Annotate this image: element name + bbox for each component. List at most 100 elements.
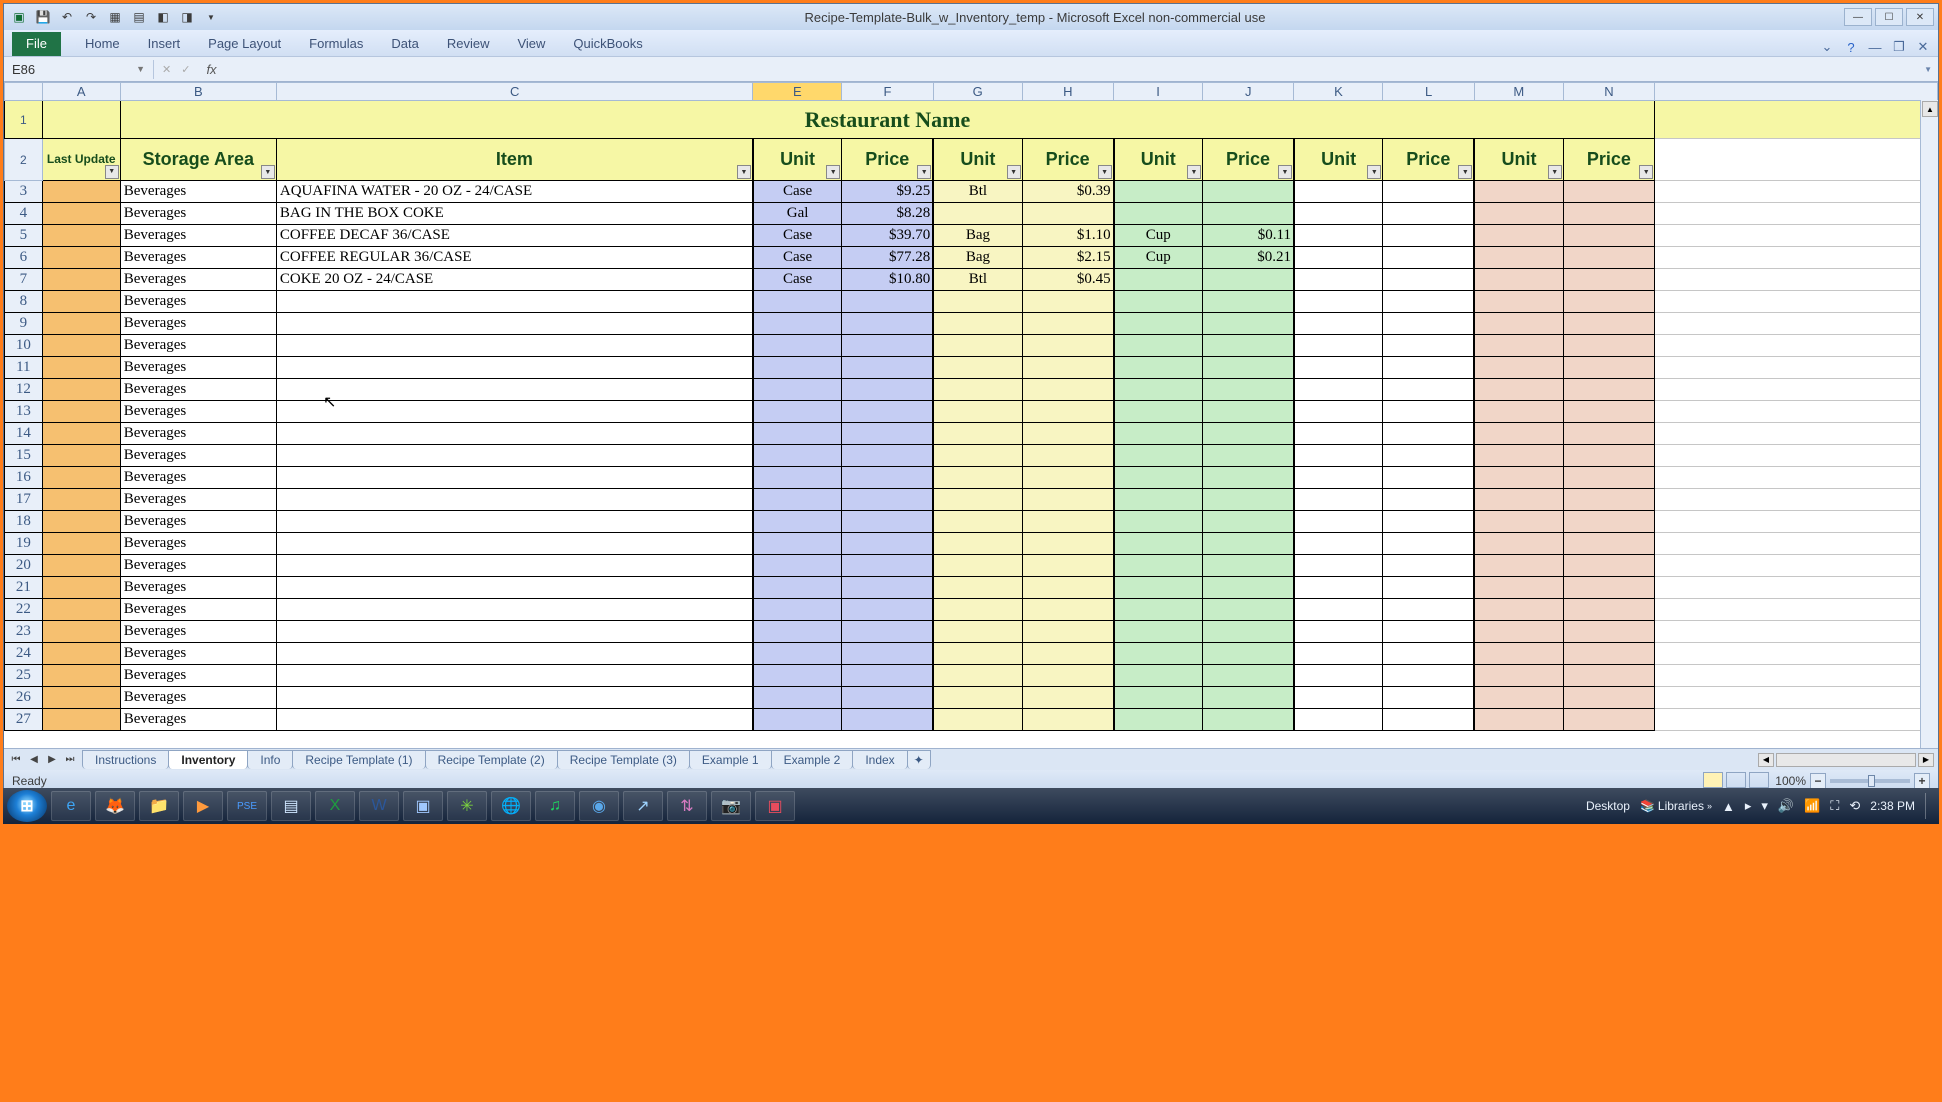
row-head-7[interactable]: 7 (5, 269, 43, 291)
cell-price1-12[interactable] (842, 379, 934, 401)
cell-price4-14[interactable] (1383, 423, 1475, 445)
cell-unit4-8[interactable] (1294, 291, 1383, 313)
libraries-toolbar[interactable]: 📚 Libraries » (1640, 799, 1712, 813)
sheet-tab-index[interactable]: Index (852, 750, 907, 769)
cell-blank-9[interactable] (1655, 313, 1938, 335)
cell-unit5-10[interactable] (1474, 335, 1563, 357)
cell-storage-25[interactable]: Beverages (120, 665, 276, 687)
cell-price3-23[interactable] (1202, 621, 1294, 643)
cell-A6[interactable] (42, 247, 120, 269)
cell-A5[interactable] (42, 225, 120, 247)
qat-icon-3[interactable]: ◧ (154, 8, 172, 26)
cell-price5-11[interactable] (1563, 357, 1655, 379)
cell-unit3-14[interactable] (1114, 423, 1203, 445)
sheet-tab-example-2[interactable]: Example 2 (771, 750, 854, 769)
header-price-1[interactable]: Price▼ (842, 139, 934, 181)
cell-unit3-4[interactable] (1114, 203, 1203, 225)
start-button[interactable]: ⊞ (7, 790, 47, 822)
tray-sound-icon[interactable]: 🔊 (1778, 798, 1794, 814)
cell-A14[interactable] (42, 423, 120, 445)
cell-unit4-23[interactable] (1294, 621, 1383, 643)
cell-price2-5[interactable]: $1.10 (1022, 225, 1114, 247)
taskbar-app-icon[interactable]: ▣ (755, 791, 795, 821)
cell-blank-15[interactable] (1655, 445, 1938, 467)
cell-unit1-27[interactable] (753, 709, 842, 731)
row-head-8[interactable]: 8 (5, 291, 43, 313)
taskbar-pse-icon[interactable]: PSE (227, 791, 267, 821)
cell-blank-20[interactable] (1655, 555, 1938, 577)
cell-unit2-25[interactable] (933, 665, 1022, 687)
cell-price5-25[interactable] (1563, 665, 1655, 687)
cell-unit4-21[interactable] (1294, 577, 1383, 599)
cell-A9[interactable] (42, 313, 120, 335)
cell-storage-11[interactable]: Beverages (120, 357, 276, 379)
cell-price1-20[interactable] (842, 555, 934, 577)
taskbar-firefox-icon[interactable]: 🦊 (95, 791, 135, 821)
cell-unit2-23[interactable] (933, 621, 1022, 643)
cell-unit1-7[interactable]: Case (753, 269, 842, 291)
cell-blank-21[interactable] (1655, 577, 1938, 599)
cell-A26[interactable] (42, 687, 120, 709)
cell-item-25[interactable] (276, 665, 753, 687)
cell-price3-26[interactable] (1202, 687, 1294, 709)
cell-unit3-5[interactable]: Cup (1114, 225, 1203, 247)
header-unit-4[interactable]: Unit▼ (1294, 139, 1383, 181)
sheet-title[interactable]: Restaurant Name (120, 101, 1654, 139)
taskbar-word-icon[interactable]: W (359, 791, 399, 821)
row-head-4[interactable]: 4 (5, 203, 43, 225)
cell-price4-25[interactable] (1383, 665, 1475, 687)
cell-unit5-4[interactable] (1474, 203, 1563, 225)
cell-price4-6[interactable] (1383, 247, 1475, 269)
col-head-blank[interactable] (1655, 83, 1938, 101)
cell-A8[interactable] (42, 291, 120, 313)
cell-price5-23[interactable] (1563, 621, 1655, 643)
view-tab[interactable]: View (503, 32, 559, 56)
tray-flag-icon[interactable]: ▸ (1745, 798, 1752, 814)
cell-unit5-12[interactable] (1474, 379, 1563, 401)
cell-unit2-20[interactable] (933, 555, 1022, 577)
cell-unit4-22[interactable] (1294, 599, 1383, 621)
cell-unit4-27[interactable] (1294, 709, 1383, 731)
cell-unit3-18[interactable] (1114, 511, 1203, 533)
cell-price5-18[interactable] (1563, 511, 1655, 533)
cell-price3-22[interactable] (1202, 599, 1294, 621)
cell-price4-19[interactable] (1383, 533, 1475, 555)
cell-unit3-17[interactable] (1114, 489, 1203, 511)
cell-price2-25[interactable] (1022, 665, 1114, 687)
cell-unit4-26[interactable] (1294, 687, 1383, 709)
cell-price2-20[interactable] (1022, 555, 1114, 577)
quickbooks-tab[interactable]: QuickBooks (559, 32, 656, 56)
cell-price3-13[interactable] (1202, 401, 1294, 423)
cell-unit1-26[interactable] (753, 687, 842, 709)
cell-A11[interactable] (42, 357, 120, 379)
select-all-corner[interactable] (5, 83, 43, 101)
cell-unit5-3[interactable] (1474, 181, 1563, 203)
new-sheet-button[interactable]: ✦ (907, 750, 931, 769)
cell-item-23[interactable] (276, 621, 753, 643)
col-head-G[interactable]: G (933, 83, 1022, 101)
row-head-20[interactable]: 20 (5, 555, 43, 577)
cell-unit4-18[interactable] (1294, 511, 1383, 533)
cell-blank-5[interactable] (1655, 225, 1938, 247)
cell-A22[interactable] (42, 599, 120, 621)
cell-unit5-21[interactable] (1474, 577, 1563, 599)
row-head-21[interactable]: 21 (5, 577, 43, 599)
filter-icon[interactable]: ▼ (1278, 165, 1292, 179)
minimize-button[interactable]: — (1844, 8, 1872, 26)
cell-storage-12[interactable]: Beverages (120, 379, 276, 401)
cell-unit5-18[interactable] (1474, 511, 1563, 533)
cell-price1-13[interactable] (842, 401, 934, 423)
cell-storage-17[interactable]: Beverages (120, 489, 276, 511)
undo-icon[interactable]: ↶ (58, 8, 76, 26)
col-head-J[interactable]: J (1202, 83, 1294, 101)
cell-price2-26[interactable] (1022, 687, 1114, 709)
cell-unit5-11[interactable] (1474, 357, 1563, 379)
cell-item-19[interactable] (276, 533, 753, 555)
cell-price3-5[interactable]: $0.11 (1202, 225, 1294, 247)
cell-price4-10[interactable] (1383, 335, 1475, 357)
close-button[interactable]: ✕ (1906, 8, 1934, 26)
cell-price1-4[interactable]: $8.28 (842, 203, 934, 225)
cell-price4-23[interactable] (1383, 621, 1475, 643)
cell-price2-14[interactable] (1022, 423, 1114, 445)
cell-price1-3[interactable]: $9.25 (842, 181, 934, 203)
